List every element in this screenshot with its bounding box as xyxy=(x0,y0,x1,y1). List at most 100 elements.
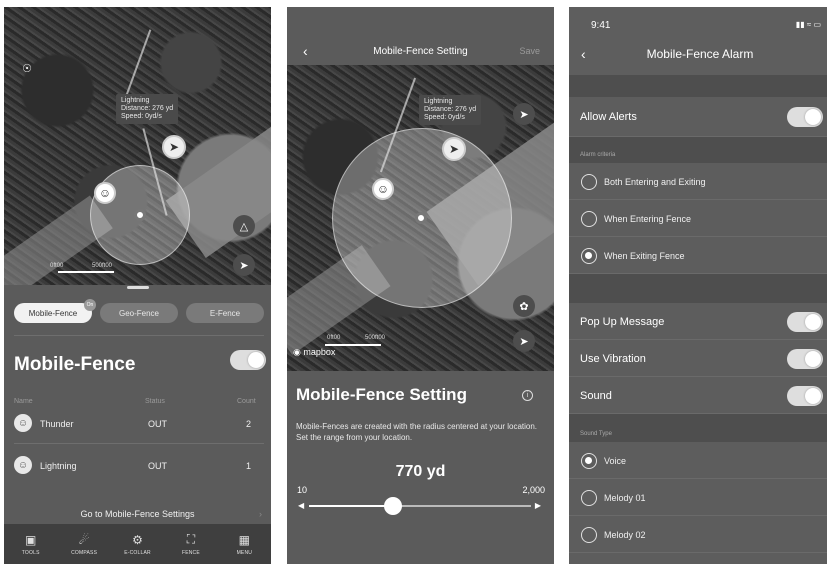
slider-knob[interactable] xyxy=(384,497,403,515)
allow-alerts-label: Allow Alerts xyxy=(580,111,637,123)
tooltip-speed: Speed: 0yd/s xyxy=(121,113,162,120)
pop-up-row: Pop Up Message xyxy=(569,303,827,340)
radio-button[interactable] xyxy=(581,527,597,543)
radio-button[interactable] xyxy=(581,211,597,227)
increase-arrow-icon[interactable]: ▶ xyxy=(535,501,541,510)
dog-marker-icon[interactable]: ➤ xyxy=(162,135,186,159)
tooltip-speed: Speed: 0yd/s xyxy=(424,114,465,121)
map-icon: ▣ xyxy=(25,532,37,547)
mobile-fence-alarm-screen: 9:41 ▮▮ ≈ ▭ ‹ Mobile-Fence Alarm Allow A… xyxy=(569,7,827,564)
range-max: 2,000 xyxy=(522,485,545,495)
warning-icon[interactable]: △ xyxy=(233,215,255,237)
dog-status: OUT xyxy=(148,461,167,471)
divider xyxy=(14,443,264,444)
mobile-fence-toggle[interactable] xyxy=(230,350,266,370)
scale-label-right: 500ft00 xyxy=(92,263,113,269)
lightning-dog-icon: ☺ xyxy=(14,456,32,474)
radio-button-selected[interactable] xyxy=(581,248,597,264)
go-to-settings-link[interactable]: Go to Mobile-Fence Settings xyxy=(4,509,271,519)
criteria-option[interactable]: When Entering Fence xyxy=(569,200,827,237)
range-slider[interactable] xyxy=(309,497,531,515)
sheet-drag-handle[interactable] xyxy=(127,286,149,289)
scale-bar xyxy=(325,344,381,346)
dog-name: Thunder xyxy=(40,419,74,429)
fence-type-tabs: Mobile-Fence Geo-Fence E-Fence xyxy=(14,303,264,323)
pop-up-toggle[interactable] xyxy=(787,312,823,332)
radio-button[interactable] xyxy=(581,174,597,190)
tab-e-fence[interactable]: E-Fence xyxy=(186,303,264,323)
slider-fill xyxy=(309,505,394,507)
chevron-right-icon: › xyxy=(259,509,262,519)
sound-toggle[interactable] xyxy=(787,386,823,406)
tab-tools[interactable]: ▣ TOOLS xyxy=(4,524,57,564)
satellite-map[interactable]: ☺ ➤ Lightning Distance: 276 yd Speed: 0y… xyxy=(287,65,554,371)
status-time: 9:41 xyxy=(591,20,611,31)
sound-option-partial[interactable] xyxy=(569,553,827,564)
vibration-label: Use Vibration xyxy=(580,353,646,365)
tab-geo-fence[interactable]: Geo-Fence xyxy=(100,303,178,323)
on-badge: On xyxy=(84,299,96,311)
column-header-status: Status xyxy=(145,398,165,405)
navigation-arrow-icon[interactable]: ➤ xyxy=(513,103,535,125)
save-button[interactable]: Save xyxy=(519,46,540,56)
nav-title: Mobile-Fence Alarm xyxy=(646,47,754,61)
tab-compass[interactable]: ☄ COMPASS xyxy=(57,524,110,564)
tooltip-distance: Distance: 276 yd xyxy=(121,105,174,112)
mobile-fence-screen: ☺ ➤ Lightning Distance: 276 yd Speed: 0y… xyxy=(4,7,271,564)
divider xyxy=(14,335,264,336)
scale-label-left: 0ft00 xyxy=(327,335,341,341)
sound-type-header: Sound Type xyxy=(580,431,612,437)
dog-info-tooltip: Lightning Distance: 276 yd Speed: 0yd/s xyxy=(116,94,179,124)
sound-option[interactable]: Voice xyxy=(569,442,827,479)
tab-menu[interactable]: ▦ MENU xyxy=(218,524,271,564)
radio-label: When Exiting Fence xyxy=(604,251,685,261)
column-header-count: Count xyxy=(237,398,256,405)
dog-info-tooltip: Lightning Distance: 276 yd Speed: 0yd/s xyxy=(419,95,482,125)
dog-avatar-icon[interactable]: ☺ xyxy=(94,182,116,204)
criteria-option[interactable]: When Exiting Fence xyxy=(569,237,827,274)
navigation-arrow-icon[interactable]: ➤ xyxy=(233,254,255,276)
tab-e-collar[interactable]: ⚙ E-COLLAR xyxy=(111,524,164,564)
criteria-option[interactable]: Both Entering and Exiting xyxy=(569,163,827,200)
user-location-dot xyxy=(134,209,146,221)
mobile-fence-setting-screen: ‹ Mobile-Fence Setting Save ☺ ➤ Lightnin… xyxy=(287,7,554,564)
tab-label: MENU xyxy=(236,549,253,556)
sound-label: Sound xyxy=(580,390,612,402)
tab-mobile-fence[interactable]: Mobile-Fence xyxy=(14,303,92,323)
settings-description: Mobile-Fences are created with the radiu… xyxy=(296,422,538,442)
grid-icon: ▦ xyxy=(238,532,250,547)
nav-bar: ‹ Mobile-Fence Setting Save xyxy=(287,7,554,65)
allow-alerts-row: Allow Alerts xyxy=(569,97,827,137)
decrease-arrow-icon[interactable]: ◀ xyxy=(298,501,304,510)
vibration-row: Use Vibration xyxy=(569,340,827,377)
tab-fence[interactable]: ⛶ FENCE xyxy=(164,524,217,564)
sound-option[interactable]: Melody 01 xyxy=(569,479,827,516)
dog-marker-icon[interactable]: ➤ xyxy=(442,137,466,161)
vibration-toggle[interactable] xyxy=(787,349,823,369)
tab-label: TOOLS xyxy=(21,549,40,556)
mapbox-logo: ◉ mapbox xyxy=(293,347,336,357)
locate-arrow-icon[interactable]: ➤ xyxy=(513,330,535,352)
radio-label: Melody 02 xyxy=(604,530,646,540)
dog-avatar-icon[interactable]: ☺ xyxy=(372,178,394,200)
radio-button-selected[interactable] xyxy=(581,453,597,469)
radio-button[interactable] xyxy=(581,490,597,506)
dog-count: 1 xyxy=(246,461,252,471)
tooltip-distance: Distance: 276 yd xyxy=(424,106,477,113)
tab-label: FENCE xyxy=(181,550,200,556)
section-gap: Alarm criteria xyxy=(569,137,827,163)
pop-up-label: Pop Up Message xyxy=(580,316,665,328)
scale-label-left: 0ft00 xyxy=(50,263,64,269)
bottom-tab-bar: ▣ TOOLS ☄ COMPASS ⚙ E-COLLAR ⛶ FENCE ▦ MENU xyxy=(4,524,271,564)
sound-option[interactable]: Melody 02 xyxy=(569,516,827,553)
layers-icon[interactable]: ✿ xyxy=(513,295,535,317)
tooltip-name: Lightning xyxy=(121,97,150,104)
tab-label: E-COLLAR xyxy=(124,549,151,556)
satellite-map[interactable]: ☺ ➤ Lightning Distance: 276 yd Speed: 0y… xyxy=(4,7,271,285)
info-icon[interactable]: i xyxy=(522,390,533,401)
mapbox-label: mapbox xyxy=(303,347,336,357)
location-pin-icon[interactable]: ☉ xyxy=(16,57,38,79)
section-gap xyxy=(569,274,827,303)
collar-icon: ⚙ xyxy=(132,532,143,547)
allow-alerts-toggle[interactable] xyxy=(787,107,823,127)
